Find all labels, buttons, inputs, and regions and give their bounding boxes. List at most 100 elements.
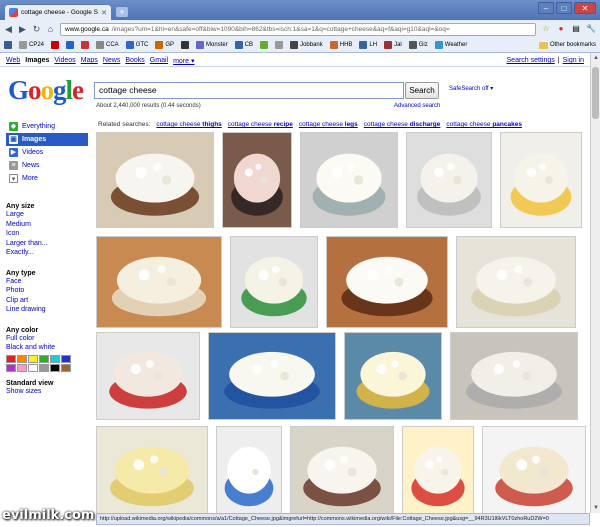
sidebar-item-videos[interactable]: ▶ Videos [6, 146, 88, 159]
bookmark-item[interactable]: Jobbank [290, 41, 323, 49]
type-clip-art[interactable]: Clip art [6, 296, 88, 306]
scrollbar-thumb[interactable] [592, 67, 599, 119]
color-swatch[interactable] [50, 363, 60, 372]
bookmark-item[interactable]: CP24 [19, 41, 44, 49]
related-link[interactable]: cottage cheese legs [299, 121, 358, 128]
bookmark-item[interactable] [4, 41, 12, 49]
type-face[interactable]: Face [6, 277, 88, 287]
type-line-drawing[interactable]: Line drawing [6, 305, 88, 315]
nav-gmail[interactable]: Gmail [150, 57, 168, 64]
nav-web[interactable]: Web [6, 57, 20, 64]
show-sizes-link[interactable]: Show sizes [6, 387, 88, 397]
color-swatch[interactable] [50, 354, 60, 363]
image-thumbnail[interactable] [96, 132, 214, 228]
bookmark-item[interactable]: HHB [329, 41, 352, 49]
size-exactly[interactable]: Exactly... [6, 248, 88, 258]
size-medium[interactable]: Medium [6, 220, 88, 230]
sidebar-item-everything[interactable]: ◆ Everything [6, 120, 88, 133]
color-swatch[interactable] [17, 354, 27, 363]
reload-icon[interactable]: ↻ [32, 24, 41, 35]
color-swatch[interactable] [61, 363, 71, 372]
back-icon[interactable]: ◀ [4, 24, 13, 35]
color-full[interactable]: Full color [6, 334, 88, 344]
new-tab-button[interactable]: + [116, 7, 128, 17]
color-swatch[interactable] [28, 363, 38, 372]
bookmark-item[interactable]: Giz [408, 41, 428, 49]
image-thumbnail[interactable] [482, 426, 586, 518]
bookmark-item[interactable] [81, 41, 90, 49]
bookmark-item[interactable] [51, 41, 60, 49]
image-thumbnail[interactable] [96, 236, 222, 328]
minimize-icon[interactable]: – [538, 2, 554, 14]
forward-icon[interactable]: ▶ [18, 24, 27, 35]
image-thumbnail[interactable] [290, 426, 394, 518]
size-large[interactable]: Large [6, 210, 88, 220]
address-bar[interactable]: www.google.ca/images?um=1&hl=en&safe=off… [60, 22, 536, 36]
color-swatch[interactable] [39, 354, 49, 363]
home-icon[interactable]: ⌂ [46, 24, 55, 34]
color-swatch[interactable] [61, 354, 71, 363]
sidebar-item-images[interactable]: ▣ Images [6, 133, 88, 146]
nav-images[interactable]: Images [25, 57, 49, 64]
wrench-icon[interactable]: 🔧 [586, 24, 596, 34]
google-logo[interactable]: Google [8, 76, 84, 104]
bookmark-item[interactable]: GP [155, 41, 174, 49]
image-thumbnail[interactable] [344, 332, 442, 420]
bookmark-item[interactable] [66, 41, 75, 49]
close-window-icon[interactable]: ✕ [574, 2, 596, 14]
search-settings-link[interactable]: Search settings [507, 57, 555, 64]
related-link[interactable]: cottage cheese pancakes [446, 121, 522, 128]
bookmark-item[interactable] [181, 41, 190, 49]
nav-books[interactable]: Books [125, 57, 144, 64]
nav-more[interactable]: more ▾ [173, 57, 194, 65]
sign-in-link[interactable]: Sign in [563, 57, 584, 64]
image-thumbnail[interactable] [456, 236, 576, 328]
related-link[interactable]: cottage cheese discharge [364, 121, 441, 128]
image-thumbnail[interactable] [450, 332, 578, 420]
image-thumbnail[interactable] [300, 132, 398, 228]
size-larger-than[interactable]: Larger than... [6, 239, 88, 249]
size-icon[interactable]: Icon [6, 229, 88, 239]
bookmark-item[interactable]: CB [234, 41, 253, 49]
scroll-up-icon[interactable]: ▲ [592, 54, 600, 62]
advanced-search-link[interactable]: Advanced search [394, 103, 440, 109]
bookmark-item[interactable]: Weather [434, 41, 467, 49]
bookmark-item[interactable]: Monster [196, 41, 228, 49]
related-link[interactable]: cottage cheese thighs [156, 121, 221, 128]
nav-videos[interactable]: Videos [54, 57, 75, 64]
image-thumbnail[interactable] [326, 236, 448, 328]
color-bw[interactable]: Black and white [6, 343, 88, 353]
color-swatch[interactable] [39, 363, 49, 372]
bookmark-item[interactable]: CCA [96, 41, 119, 49]
image-thumbnail[interactable] [222, 132, 292, 228]
search-button[interactable]: Search [405, 82, 439, 99]
browser-tab[interactable]: cottage cheese - Google S... ✕ [4, 4, 112, 20]
sidebar-item-more[interactable]: ▾ More [6, 172, 88, 185]
scroll-down-icon[interactable]: ▼ [592, 504, 600, 512]
bookmark-item[interactable]: Jal [384, 41, 402, 49]
bookmark-item[interactable] [275, 41, 284, 49]
bookmark-item[interactable] [260, 41, 269, 49]
bookmark-item[interactable]: GTC [125, 41, 148, 49]
nav-news[interactable]: News [103, 57, 121, 64]
image-thumbnail[interactable] [216, 426, 282, 518]
page-scrollbar[interactable]: ▲ ▼ [590, 53, 600, 513]
safesearch-dropdown[interactable]: SafeSearch off ▾ [449, 85, 493, 92]
close-tab-icon[interactable]: ✕ [101, 9, 107, 17]
related-link[interactable]: cottage cheese recipe [228, 121, 293, 128]
bookmark-item[interactable]: LH [359, 41, 377, 49]
sidebar-item-news[interactable]: ≡ News [6, 159, 88, 172]
color-swatch[interactable] [6, 363, 16, 372]
image-thumbnail[interactable] [208, 332, 336, 420]
other-bookmarks[interactable]: Other bookmarks [538, 41, 596, 49]
search-input[interactable]: cottage cheese [94, 82, 404, 99]
maximize-icon[interactable]: □ [556, 2, 572, 14]
image-thumbnail[interactable] [96, 426, 208, 518]
image-thumbnail[interactable] [230, 236, 318, 328]
page-menu-icon[interactable]: ▤ [571, 24, 581, 34]
nav-maps[interactable]: Maps [81, 57, 98, 64]
color-swatch[interactable] [17, 363, 27, 372]
image-thumbnail[interactable] [402, 426, 474, 518]
color-swatch[interactable] [6, 354, 16, 363]
extension-icon[interactable]: ● [556, 24, 566, 34]
